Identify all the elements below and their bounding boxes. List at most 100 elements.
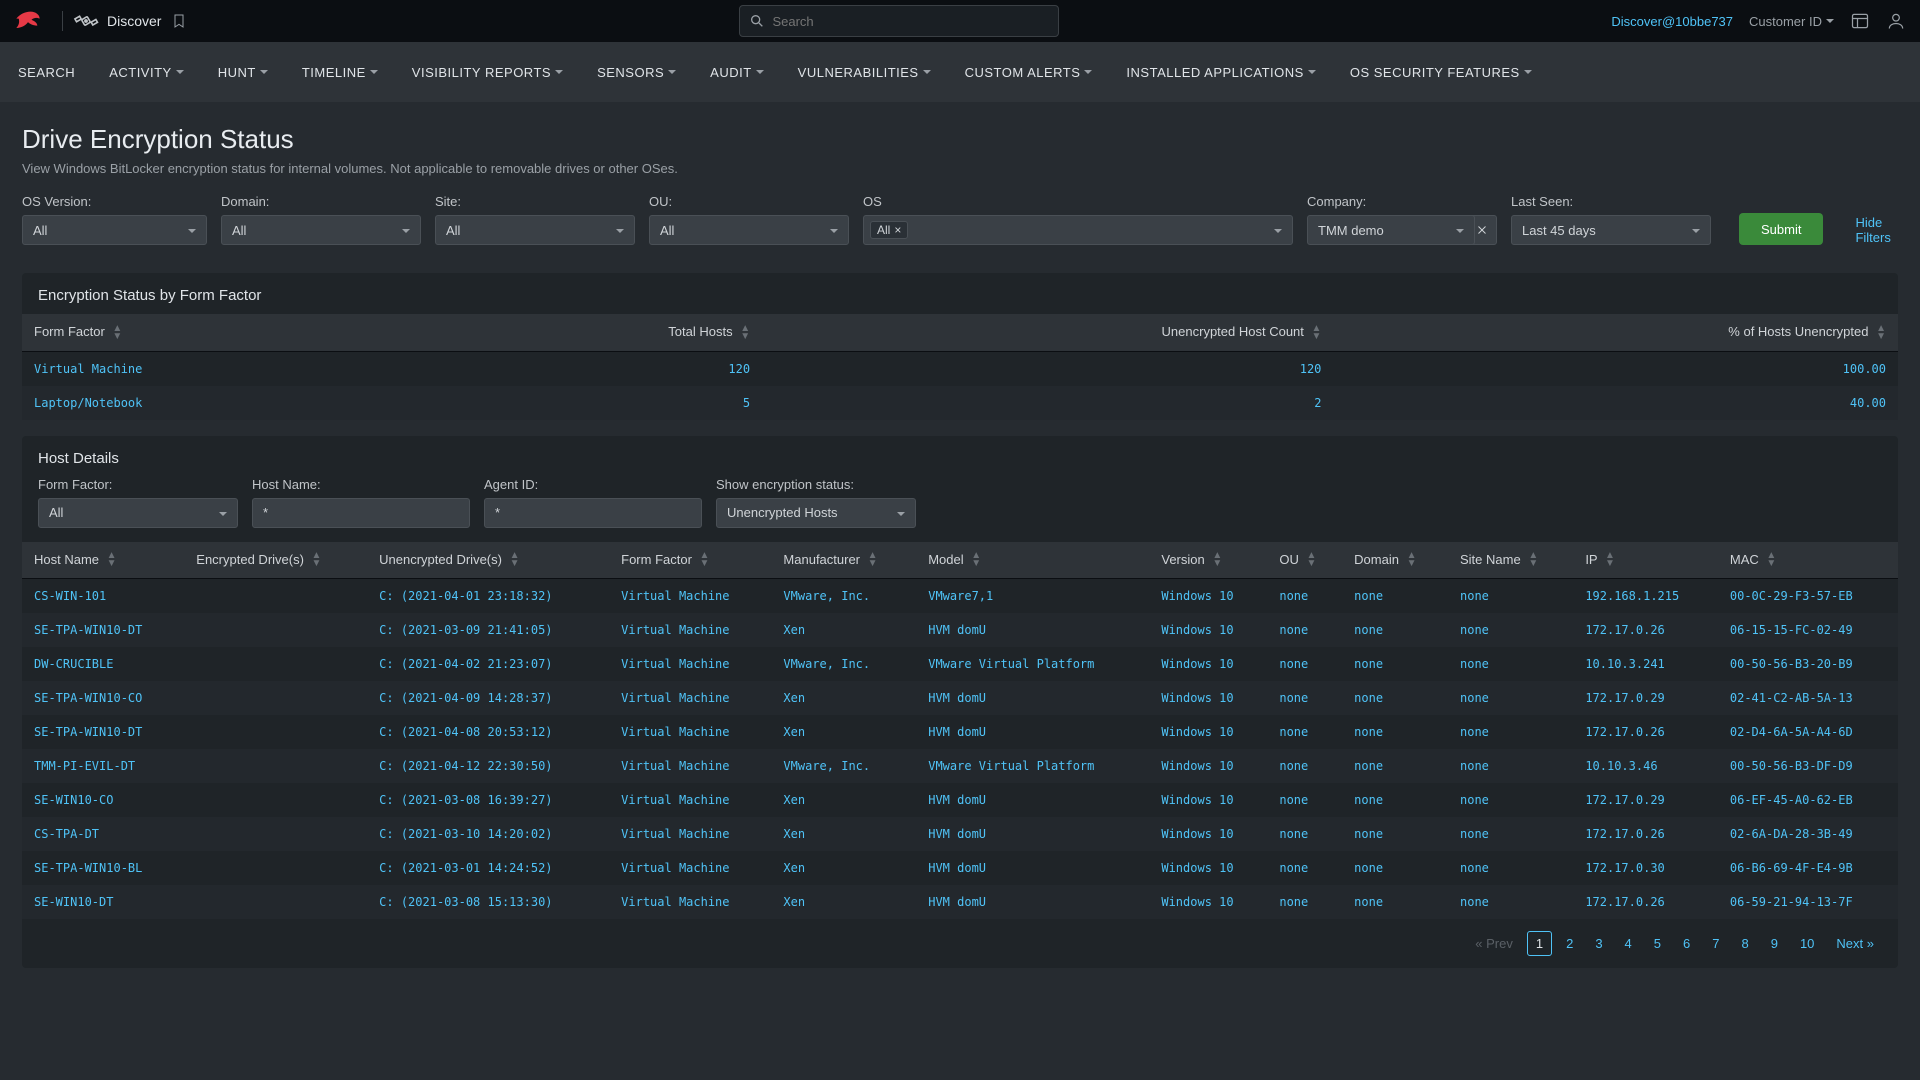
col-header[interactable]: IP ▲▼	[1573, 542, 1718, 579]
page-7[interactable]: 7	[1704, 932, 1727, 955]
cell-ud[interactable]: C: (2021-03-01 14:24:52)	[367, 851, 609, 885]
cell-ud[interactable]: C: (2021-04-01 23:18:32)	[367, 579, 609, 614]
cell-vr[interactable]: Windows 10	[1149, 749, 1267, 783]
cell-ou[interactable]: none	[1267, 851, 1342, 885]
cell-vr[interactable]: Windows 10	[1149, 817, 1267, 851]
cell-pct[interactable]: 100.00	[1333, 351, 1898, 386]
hd-filter-encryption-status[interactable]: Unencrypted Hosts	[716, 498, 916, 528]
page-1[interactable]: 1	[1527, 931, 1552, 956]
cell-ud[interactable]: C: (2021-04-09 14:28:37)	[367, 681, 609, 715]
cell-mf[interactable]: Xen	[771, 817, 916, 851]
cell-ud[interactable]: C: (2021-04-02 21:23:07)	[367, 647, 609, 681]
cell-hn[interactable]: SE-TPA-WIN10-BL	[22, 851, 184, 885]
cell-ed[interactable]	[184, 613, 367, 647]
cell-dm[interactable]: none	[1342, 715, 1448, 749]
cell-ed[interactable]	[184, 681, 367, 715]
cell-dm[interactable]: none	[1342, 681, 1448, 715]
cell-mf[interactable]: Xen	[771, 885, 916, 919]
cell-ou[interactable]: none	[1267, 681, 1342, 715]
col-header[interactable]: Site Name ▲▼	[1448, 542, 1573, 579]
cell-hn[interactable]: TMM-PI-EVIL-DT	[22, 749, 184, 783]
cell-ip[interactable]: 10.10.3.241	[1573, 647, 1718, 681]
nav-audit[interactable]: AUDIT	[710, 65, 764, 80]
cell-sn[interactable]: none	[1448, 681, 1573, 715]
cell-ed[interactable]	[184, 647, 367, 681]
cell-ud[interactable]: C: (2021-03-09 21:41:05)	[367, 613, 609, 647]
nav-search[interactable]: SEARCH	[18, 65, 75, 80]
col-header[interactable]: Version ▲▼	[1149, 542, 1267, 579]
cell-md[interactable]: HVM domU	[916, 681, 1149, 715]
page-3[interactable]: 3	[1587, 932, 1610, 955]
col-header[interactable]: Manufacturer ▲▼	[771, 542, 916, 579]
cell-ff[interactable]: Virtual Machine	[609, 579, 771, 614]
cell-md[interactable]: HVM domU	[916, 783, 1149, 817]
cell-vr[interactable]: Windows 10	[1149, 647, 1267, 681]
nav-vulnerabilities[interactable]: VULNERABILITIES	[798, 65, 931, 80]
filter-os[interactable]: All ×	[863, 215, 1293, 245]
cell-dm[interactable]: none	[1342, 579, 1448, 614]
cell-sn[interactable]: none	[1448, 749, 1573, 783]
cell-ff[interactable]: Virtual Machine	[609, 749, 771, 783]
cell-vr[interactable]: Windows 10	[1149, 613, 1267, 647]
col-header[interactable]: OU ▲▼	[1267, 542, 1342, 579]
cell-sn[interactable]: none	[1448, 783, 1573, 817]
cell-mf[interactable]: Xen	[771, 613, 916, 647]
cell-ff[interactable]: Virtual Machine	[609, 613, 771, 647]
cell-ed[interactable]	[184, 885, 367, 919]
cell-hn[interactable]: SE-WIN10-DT	[22, 885, 184, 919]
hide-filters-link[interactable]: Hide Filters	[1855, 215, 1898, 245]
filter-last-seen[interactable]: Last 45 days	[1511, 215, 1711, 245]
cell-sn[interactable]: none	[1448, 885, 1573, 919]
cell-ou[interactable]: none	[1267, 885, 1342, 919]
cell-mf[interactable]: Xen	[771, 783, 916, 817]
cell-ip[interactable]: 10.10.3.46	[1573, 749, 1718, 783]
cell-sn[interactable]: none	[1448, 647, 1573, 681]
col-header[interactable]: Form Factor ▲▼	[609, 542, 771, 579]
cell-md[interactable]: HVM domU	[916, 885, 1149, 919]
cell-ud[interactable]: C: (2021-03-10 14:20:02)	[367, 817, 609, 851]
col-header[interactable]: Model ▲▼	[916, 542, 1149, 579]
cell-hn[interactable]: SE-WIN10-CO	[22, 783, 184, 817]
cell-vr[interactable]: Windows 10	[1149, 579, 1267, 614]
col-header[interactable]: Unencrypted Drive(s) ▲▼	[367, 542, 609, 579]
cell-md[interactable]: VMware Virtual Platform	[916, 749, 1149, 783]
cell-ed[interactable]	[184, 579, 367, 614]
col-header[interactable]: Form Factor ▲▼	[22, 314, 433, 351]
cell-vr[interactable]: Windows 10	[1149, 783, 1267, 817]
cell-ip[interactable]: 172.17.0.30	[1573, 851, 1718, 885]
cell-md[interactable]: HVM domU	[916, 715, 1149, 749]
cell-ff[interactable]: Virtual Machine	[609, 681, 771, 715]
cell-dm[interactable]: none	[1342, 817, 1448, 851]
cell-mac[interactable]: 00-50-56-B3-20-B9	[1718, 647, 1898, 681]
page-6[interactable]: 6	[1675, 932, 1698, 955]
page-next[interactable]: Next »	[1828, 932, 1882, 955]
col-header[interactable]: Unencrypted Host Count ▲▼	[762, 314, 1333, 351]
cell-form-factor[interactable]: Virtual Machine	[22, 351, 433, 386]
cell-mf[interactable]: VMware, Inc.	[771, 647, 916, 681]
cell-ip[interactable]: 192.168.1.215	[1573, 579, 1718, 614]
col-header[interactable]: MAC ▲▼	[1718, 542, 1898, 579]
cell-ou[interactable]: none	[1267, 749, 1342, 783]
cell-ud[interactable]: C: (2021-04-08 20:53:12)	[367, 715, 609, 749]
nav-installed-applications[interactable]: INSTALLED APPLICATIONS	[1126, 65, 1315, 80]
filter-os-version[interactable]: All	[22, 215, 207, 245]
cell-sn[interactable]: none	[1448, 715, 1573, 749]
cell-mac[interactable]: 06-B6-69-4F-E4-9B	[1718, 851, 1898, 885]
cell-ff[interactable]: Virtual Machine	[609, 715, 771, 749]
col-header[interactable]: Domain ▲▼	[1342, 542, 1448, 579]
cell-ip[interactable]: 172.17.0.26	[1573, 715, 1718, 749]
cell-hn[interactable]: SE-TPA-WIN10-CO	[22, 681, 184, 715]
page-5[interactable]: 5	[1646, 932, 1669, 955]
filter-site[interactable]: All	[435, 215, 635, 245]
col-header[interactable]: % of Hosts Unencrypted ▲▼	[1333, 314, 1898, 351]
cell-ip[interactable]: 172.17.0.29	[1573, 681, 1718, 715]
nav-sensors[interactable]: SENSORS	[597, 65, 676, 80]
col-header[interactable]: Host Name ▲▼	[22, 542, 184, 579]
cell-ud[interactable]: C: (2021-04-12 22:30:50)	[367, 749, 609, 783]
cell-ou[interactable]: none	[1267, 613, 1342, 647]
bookmark-icon[interactable]	[171, 13, 187, 29]
cell-mac[interactable]: 06-15-15-FC-02-49	[1718, 613, 1898, 647]
cell-mf[interactable]: VMware, Inc.	[771, 579, 916, 614]
hd-filter-host-name[interactable]	[252, 498, 470, 528]
cell-unencrypted[interactable]: 2	[762, 386, 1333, 420]
